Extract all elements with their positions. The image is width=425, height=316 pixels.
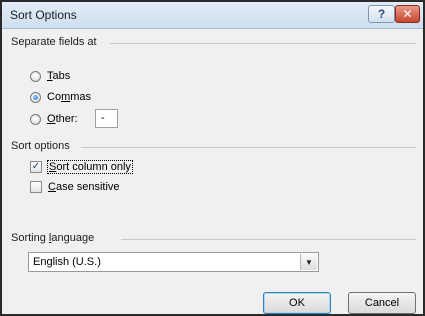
dialog-title: Sort Options	[10, 8, 77, 22]
commas-label[interactable]: Commas	[47, 91, 91, 103]
sorting-language-label: Sorting language	[11, 232, 95, 244]
other-label[interactable]: Other:	[47, 113, 78, 125]
sort-column-only-label[interactable]: Sort column only	[47, 160, 133, 174]
radio-selected-dot	[33, 94, 38, 100]
sorting-language-divider	[121, 239, 416, 240]
case-sensitive-checkbox[interactable]	[30, 181, 42, 193]
commas-radio[interactable]	[30, 91, 41, 103]
sort-column-only-row[interactable]: ✓ Sort column only	[30, 160, 133, 174]
other-radio[interactable]	[30, 113, 41, 125]
close-icon: ✕	[402, 7, 413, 21]
separate-fields-label: Separate fields at	[11, 36, 97, 48]
ok-button[interactable]: OK	[263, 292, 331, 314]
other-radio-row[interactable]: Other:	[30, 113, 78, 125]
chevron-down-icon[interactable]: ▼	[300, 254, 317, 270]
case-sensitive-label[interactable]: Case sensitive	[48, 181, 120, 193]
other-separator-input[interactable]: -	[95, 109, 118, 128]
sorting-language-select[interactable]: English (U.S.) ▼	[28, 252, 319, 272]
sorting-language-value: English (U.S.)	[33, 256, 101, 268]
sort-column-only-checkbox[interactable]: ✓	[30, 161, 42, 173]
tabs-radio-row[interactable]: Tabs	[30, 70, 70, 82]
title-bar[interactable]: Sort Options ? ✕	[2, 2, 423, 29]
tabs-radio[interactable]	[30, 70, 41, 82]
help-button[interactable]: ?	[368, 5, 395, 23]
commas-radio-row[interactable]: Commas	[30, 91, 91, 103]
sort-options-dialog: Sort Options ? ✕ Separate fields at Tabs…	[0, 0, 425, 316]
check-mark-icon: ✓	[31, 161, 41, 172]
case-sensitive-row[interactable]: Case sensitive	[30, 181, 120, 193]
cancel-button[interactable]: Cancel	[348, 292, 416, 314]
sort-options-divider	[81, 147, 416, 148]
tabs-label[interactable]: Tabs	[47, 70, 70, 82]
separate-fields-divider	[110, 43, 416, 44]
sort-options-label: Sort options	[11, 140, 70, 152]
help-icon: ?	[377, 7, 386, 21]
close-button[interactable]: ✕	[395, 5, 420, 23]
